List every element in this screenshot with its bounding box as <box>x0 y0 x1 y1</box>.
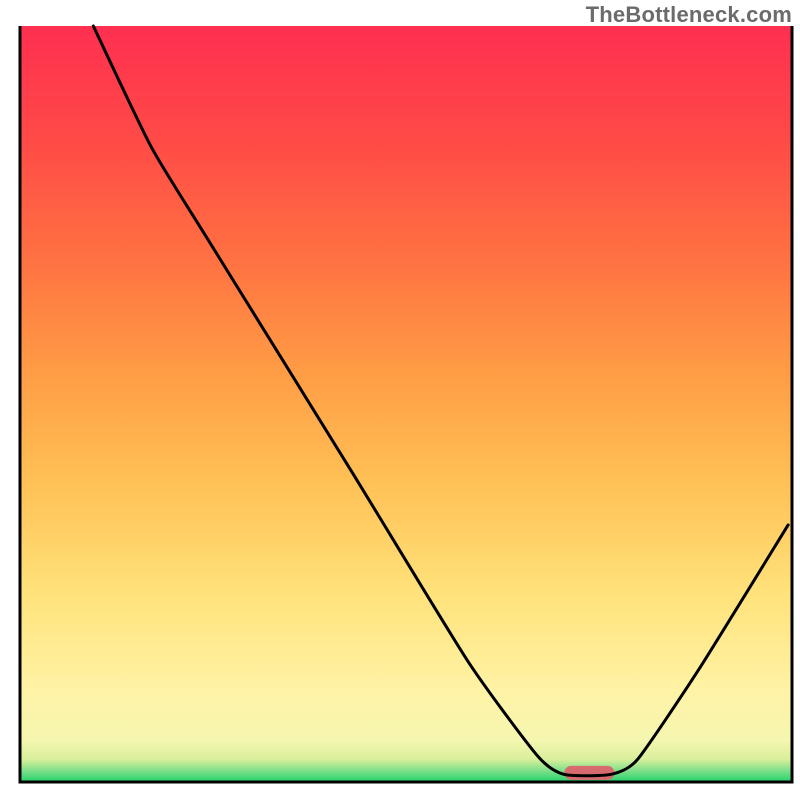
plot-area <box>20 26 792 782</box>
optimal-marker <box>564 766 614 780</box>
watermark-text: TheBottleneck.com <box>586 2 792 28</box>
chart-svg <box>0 0 800 800</box>
chart-container: TheBottleneck.com <box>0 0 800 800</box>
gradient-background <box>20 26 792 782</box>
